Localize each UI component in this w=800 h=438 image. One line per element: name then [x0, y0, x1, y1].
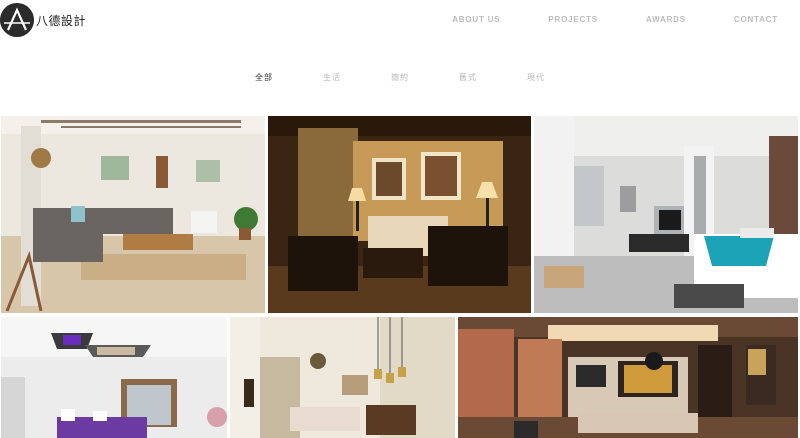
filter-all[interactable]: 全部: [255, 72, 273, 83]
nav-about-us[interactable]: ABOUT US: [452, 15, 500, 24]
warm-lit-living-room-image: [268, 116, 531, 313]
filter-minimal[interactable]: 簡約: [391, 72, 409, 83]
nav-contact[interactable]: CONTACT: [734, 15, 778, 24]
category-filters: 全部 生活 簡約 舊式 現代: [0, 72, 800, 83]
living-room-grey-sofa-image: [1, 116, 265, 313]
white-room-purple-sofa-image: [1, 317, 227, 438]
nav-awards[interactable]: AWARDS: [646, 15, 686, 24]
filter-classic[interactable]: 舊式: [459, 72, 477, 83]
project-photo-6[interactable]: [458, 317, 798, 438]
project-photo-1[interactable]: [1, 116, 265, 313]
filter-modern[interactable]: 現代: [527, 72, 545, 83]
top-navigation: ABOUT US PROJECTS AWARDS CONTACT: [404, 15, 778, 24]
project-photo-5[interactable]: [230, 317, 455, 438]
logo-a-icon: [0, 3, 34, 37]
modern-living-room-blinds-image: [458, 317, 798, 438]
filter-life[interactable]: 生活: [323, 72, 341, 83]
brand-logo[interactable]: 八德設計: [0, 2, 86, 38]
modern-bedroom-image: [534, 116, 798, 313]
project-photo-3[interactable]: [534, 116, 798, 313]
project-photo-4[interactable]: [1, 317, 227, 438]
lounge-pendant-lamps-image: [230, 317, 455, 438]
project-photo-2[interactable]: [268, 116, 531, 313]
brand-name: 八德設計: [36, 13, 87, 28]
project-gallery: [0, 115, 800, 438]
nav-projects[interactable]: PROJECTS: [548, 15, 598, 24]
